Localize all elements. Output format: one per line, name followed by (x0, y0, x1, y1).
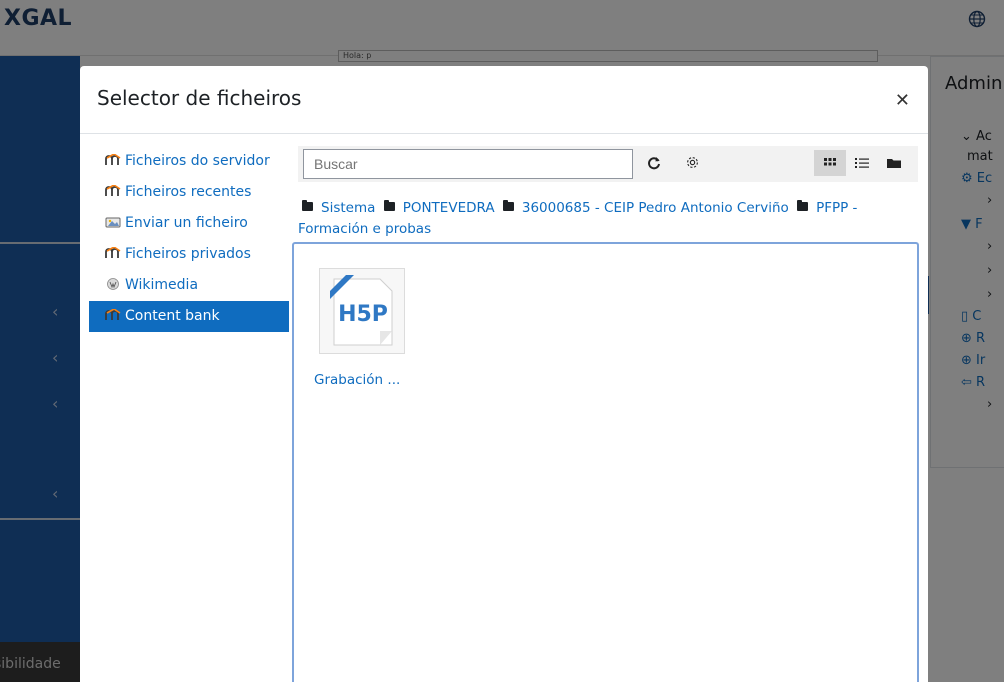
moodle-icon (105, 154, 121, 165)
file-grid: H5P Grabación ... (292, 242, 919, 682)
breadcrumb-item[interactable]: PONTEVEDRA (403, 200, 495, 216)
breadcrumb: Sistema PONTEVEDRA 36000685 - CEIP Pedro… (298, 198, 910, 240)
upload-icon (105, 217, 121, 228)
folder-view-icon[interactable] (878, 150, 910, 176)
repository-list: Ficheiros do servidor Ficheiros recentes… (89, 146, 289, 332)
repo-item-upload-file[interactable]: Enviar un ficheiro (89, 208, 289, 239)
folder-icon (383, 200, 395, 211)
repo-item-wikimedia[interactable]: Wikimedia (89, 270, 289, 301)
close-icon[interactable]: ✕ (895, 92, 910, 110)
moodle-icon (105, 309, 121, 320)
grid-view-icon[interactable] (814, 150, 846, 176)
search-input[interactable] (303, 149, 633, 179)
file-picker-dialog: Selector de ficheiros ✕ Ficheiros do ser… (80, 66, 928, 682)
file-picker-toolbar (298, 146, 918, 182)
folder-icon (302, 200, 313, 211)
wikimedia-icon (107, 278, 119, 290)
h5p-file-icon[interactable]: H5P (319, 268, 405, 354)
repo-item-recent-files[interactable]: Ficheiros recentes (89, 177, 289, 208)
svg-text:H5P: H5P (338, 302, 388, 327)
view-mode-group (814, 150, 910, 176)
list-view-icon[interactable] (846, 150, 878, 176)
dialog-title: Selector de ficheiros (97, 86, 302, 110)
dialog-header: Selector de ficheiros ✕ (80, 66, 928, 134)
folder-icon (797, 200, 809, 211)
repo-item-content-bank[interactable]: Content bank (89, 301, 289, 332)
moodle-icon (105, 185, 121, 196)
refresh-icon[interactable] (640, 150, 668, 176)
repo-item-server-files[interactable]: Ficheiros do servidor (89, 146, 289, 177)
repo-item-private-files[interactable]: Ficheiros privados (89, 239, 289, 270)
folder-icon (502, 200, 514, 211)
file-name-label[interactable]: Grabación ... (314, 372, 400, 388)
breadcrumb-item[interactable]: 36000685 - CEIP Pedro Antonio Cerviño (522, 200, 789, 216)
settings-gear-icon[interactable] (678, 150, 706, 176)
moodle-icon (105, 247, 121, 258)
breadcrumb-item[interactable]: Sistema (321, 200, 375, 216)
